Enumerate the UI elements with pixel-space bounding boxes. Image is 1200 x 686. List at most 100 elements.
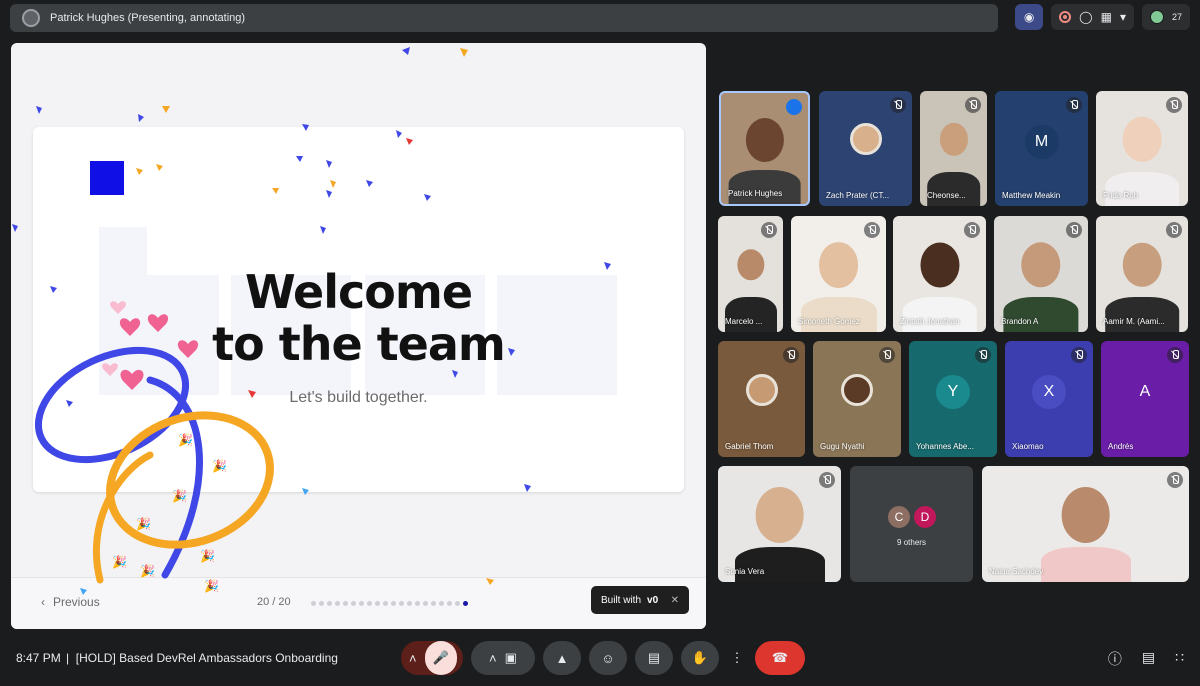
companion-mode-button[interactable]: ◉ xyxy=(1015,4,1044,30)
camera-icon[interactable]: ▣ xyxy=(505,650,517,666)
mic-off-icon xyxy=(1071,347,1087,363)
presenter-label: Patrick Hughes (Presenting, annotating) xyxy=(50,12,246,24)
mic-off-icon xyxy=(1167,347,1183,363)
chevron-left-icon: ‹ xyxy=(41,595,45,609)
captions-button[interactable]: ▤ xyxy=(635,641,673,675)
slide-dot[interactable] xyxy=(439,601,444,606)
mic-off-icon xyxy=(1066,97,1082,113)
meeting-status-indicators[interactable]: ◯ ▦ ▾ xyxy=(1051,4,1134,30)
slide-footer: ‹ Previous 20 / 20 Built with v0 ✕ xyxy=(11,577,706,629)
meeting-clock: 8:47 PM xyxy=(16,651,61,665)
participant-tile[interactable]: M Matthew Meakin xyxy=(995,91,1088,206)
info-icon[interactable]: ⓘ xyxy=(1108,649,1122,669)
participant-body xyxy=(1105,171,1179,206)
slide-dot[interactable] xyxy=(311,601,316,606)
participant-tile[interactable]: Sonia Vera xyxy=(718,466,841,582)
previous-label: Previous xyxy=(53,595,100,609)
activities-icon[interactable]: ∷ xyxy=(1175,649,1184,669)
participant-tile[interactable]: Brandon A xyxy=(994,216,1088,332)
captions-off-icon: ▦ xyxy=(1100,10,1112,24)
slide-subtitle: Let's build together. xyxy=(289,389,428,406)
participant-tile[interactable]: Simoneth Gomez xyxy=(791,216,886,332)
mic-off-icon xyxy=(890,97,906,113)
participant-mini-avatar xyxy=(1149,10,1164,24)
chat-icon[interactable]: ▤ xyxy=(1142,649,1155,669)
slide-dot[interactable] xyxy=(399,601,404,606)
slide-dot[interactable] xyxy=(391,601,396,606)
slide-dot[interactable] xyxy=(447,601,452,606)
people-button[interactable]: 27 xyxy=(1141,4,1190,30)
participant-tile[interactable]: Y Yohannes Abe... xyxy=(909,341,997,457)
slide-dot[interactable] xyxy=(327,601,332,606)
mic-off-icon xyxy=(864,222,880,238)
mic-off-icon[interactable]: 🎤 xyxy=(424,641,457,675)
slide-dot[interactable] xyxy=(383,601,388,606)
other-participant-avatar: C xyxy=(886,504,912,530)
participant-tile[interactable]: Patrick Hughes xyxy=(719,91,810,206)
slide-dot[interactable] xyxy=(407,601,412,606)
participant-tile[interactable]: Cheonse... xyxy=(920,91,987,206)
more-options-button[interactable]: ⋮ xyxy=(727,641,747,675)
mic-off-icon xyxy=(1166,222,1182,238)
slide-dot[interactable] xyxy=(319,601,324,606)
participant-name: Matthew Meakin xyxy=(1002,191,1061,200)
eye-icon: ◯ xyxy=(1079,10,1093,24)
mic-off-icon xyxy=(1166,97,1182,113)
slide-dot[interactable] xyxy=(367,601,372,606)
participant-count: 27 xyxy=(1171,12,1182,22)
participant-face xyxy=(939,123,968,156)
others-tile[interactable]: CD 9 others xyxy=(850,466,973,582)
mic-off-icon xyxy=(761,222,777,238)
participant-tile[interactable]: Naina Sachdev xyxy=(982,466,1189,582)
participant-initial-avatar: A xyxy=(1128,375,1162,410)
recording-icon xyxy=(1059,11,1072,23)
previous-button[interactable]: ‹ Previous xyxy=(41,595,100,609)
mic-off-icon xyxy=(1167,472,1183,488)
reactions-button[interactable]: ☺ xyxy=(589,641,627,675)
slide-dot[interactable] xyxy=(351,601,356,606)
participant-face xyxy=(919,242,960,288)
camera-toggle[interactable]: ˄ ▣ xyxy=(471,641,535,675)
chevron-up-icon[interactable]: ˄ xyxy=(489,651,497,666)
mic-off-icon xyxy=(879,347,895,363)
participant-tile[interactable]: X Xiaomao xyxy=(1005,341,1093,457)
meeting-title: | [HOLD] Based DevRel Ambassadors Onboar… xyxy=(66,651,338,665)
participant-tile[interactable]: Zintath Jonathan xyxy=(893,216,986,332)
participant-tile[interactable]: Gugu Nyathi xyxy=(813,341,901,457)
participant-tile[interactable]: Marcelo ... xyxy=(718,216,783,332)
participant-name: Andrés xyxy=(1108,442,1134,451)
slide-dot[interactable] xyxy=(359,601,364,606)
hang-up-icon: ☎ xyxy=(771,650,789,665)
participant-name: Zintath Jonathan xyxy=(900,317,960,326)
close-icon[interactable]: ✕ xyxy=(671,595,679,606)
participant-body xyxy=(734,547,825,582)
slide-dot[interactable] xyxy=(335,601,340,606)
participant-tile[interactable]: Gabriel Thom xyxy=(718,341,805,457)
participant-tile[interactable]: Zach Prater (CT... xyxy=(819,91,912,206)
slide-dot[interactable] xyxy=(423,601,428,606)
participant-tile[interactable]: Frida Ruh xyxy=(1096,91,1188,206)
presenter-avatar xyxy=(22,9,40,27)
slide-title-line2: to the team xyxy=(212,317,506,371)
participant-name: Sonia Vera xyxy=(725,567,765,576)
present-button[interactable]: ▲ xyxy=(543,641,581,675)
leave-call-button[interactable]: ☎ xyxy=(755,641,805,675)
right-controls: ⓘ ▤ ∷ xyxy=(1108,649,1184,669)
others-avatars: CD xyxy=(886,504,938,530)
built-with-badge[interactable]: Built with v0 ✕ xyxy=(591,586,689,614)
participant-tile[interactable]: Aamir M. (Aami... xyxy=(1096,216,1188,332)
emoji-icon: ☺ xyxy=(601,650,615,666)
slide-dot[interactable] xyxy=(415,601,420,606)
participant-body xyxy=(902,297,977,332)
chevron-down-icon: ▾ xyxy=(1119,10,1126,24)
slide-dot[interactable] xyxy=(431,601,436,606)
participant-name: Naina Sachdev xyxy=(989,567,1044,576)
slide-dot[interactable] xyxy=(343,601,348,606)
chevron-up-icon[interactable]: ˄ xyxy=(409,651,417,666)
participant-tile[interactable]: A Andrés xyxy=(1101,341,1189,457)
slide-dot[interactable] xyxy=(455,601,460,606)
raise-hand-button[interactable]: ✋ xyxy=(681,641,719,675)
slide-dot[interactable] xyxy=(375,601,380,606)
microphone-toggle[interactable]: ˄ 🎤 xyxy=(401,641,463,675)
slide-dot[interactable] xyxy=(463,601,468,606)
